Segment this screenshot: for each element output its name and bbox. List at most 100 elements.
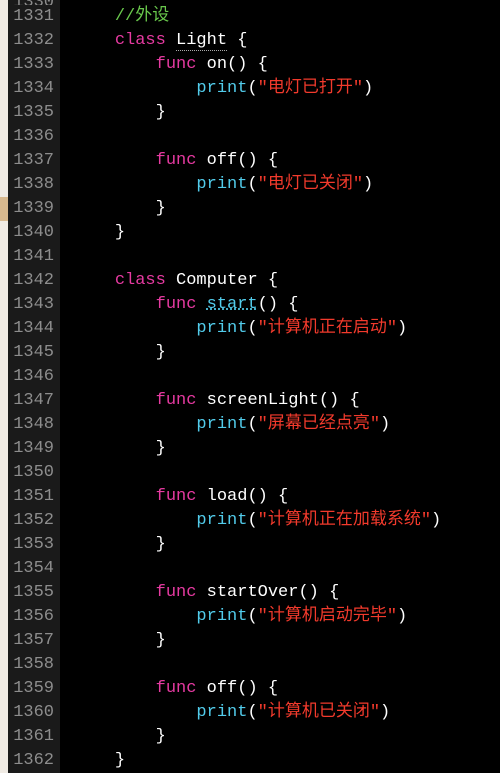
line-number: 1340 xyxy=(8,221,60,245)
code-line[interactable]: } xyxy=(74,437,500,461)
code-line[interactable]: print("屏幕已经点亮") xyxy=(74,413,500,437)
code-token xyxy=(196,295,206,314)
line-number: 1332 xyxy=(8,29,60,53)
code-token: } xyxy=(156,439,166,458)
code-token: startOver xyxy=(207,583,299,602)
code-token: "电灯已关闭" xyxy=(258,175,363,194)
code-line[interactable]: } xyxy=(74,629,500,653)
code-token: ( xyxy=(247,511,257,530)
code-token: } xyxy=(156,535,166,554)
line-number: 1338 xyxy=(8,173,60,197)
code-line[interactable]: } xyxy=(74,341,500,365)
line-number: 1352 xyxy=(8,509,60,533)
line-number: 1353 xyxy=(8,533,60,557)
code-line[interactable]: print("计算机正在启动") xyxy=(74,317,500,341)
code-token: print xyxy=(196,175,247,194)
line-number: 1333 xyxy=(8,53,60,77)
code-line[interactable]: print("计算机已关闭") xyxy=(74,701,500,725)
code-line[interactable]: } xyxy=(74,533,500,557)
code-token xyxy=(74,175,196,194)
code-token: { xyxy=(258,271,278,290)
code-token: ) xyxy=(363,175,373,194)
code-line[interactable]: func load() { xyxy=(74,485,500,509)
code-token: { xyxy=(258,151,278,170)
code-token xyxy=(196,55,206,74)
code-token: () xyxy=(298,583,318,602)
code-token xyxy=(74,343,156,362)
code-line[interactable]: print("电灯已打开") xyxy=(74,77,500,101)
code-line[interactable]: } xyxy=(74,725,500,749)
code-line[interactable]: } xyxy=(74,101,500,125)
line-number: 1335 xyxy=(8,101,60,125)
code-token: ) xyxy=(397,607,407,626)
code-token: () xyxy=(258,295,278,314)
code-line[interactable]: } xyxy=(74,749,500,773)
code-token: print xyxy=(196,319,247,338)
code-token xyxy=(196,151,206,170)
code-token xyxy=(74,79,196,98)
code-token: { xyxy=(258,679,278,698)
line-number: 1356 xyxy=(8,605,60,629)
code-line[interactable] xyxy=(74,365,500,389)
code-line[interactable]: class Computer { xyxy=(74,269,500,293)
code-line[interactable]: func on() { xyxy=(74,53,500,77)
line-number-gutter[interactable]: 1330133113321333133413351336133713381339… xyxy=(8,0,60,773)
code-line[interactable]: } xyxy=(74,197,500,221)
line-number: 1357 xyxy=(8,629,60,653)
code-token xyxy=(74,511,196,530)
code-token: print xyxy=(196,703,247,722)
code-token xyxy=(74,679,156,698)
code-token xyxy=(74,319,196,338)
code-token: "屏幕已经点亮" xyxy=(258,415,380,434)
code-line[interactable]: print("计算机正在加载系统") xyxy=(74,509,500,533)
code-token: off xyxy=(207,679,238,698)
code-line[interactable]: //外设 xyxy=(74,5,500,29)
code-token xyxy=(74,55,156,74)
code-token xyxy=(74,751,115,770)
code-token xyxy=(74,607,196,626)
code-token: () xyxy=(319,391,339,410)
code-token: func xyxy=(156,487,197,506)
code-token: ) xyxy=(380,703,390,722)
code-token: "计算机启动完毕" xyxy=(258,607,397,626)
line-number: 1334 xyxy=(8,77,60,101)
code-line[interactable]: func screenLight() { xyxy=(74,389,500,413)
code-token: ( xyxy=(247,607,257,626)
code-line[interactable] xyxy=(74,461,500,485)
code-token: () xyxy=(227,55,247,74)
code-token xyxy=(74,271,115,290)
code-token: } xyxy=(156,103,166,122)
code-line[interactable]: func startOver() { xyxy=(74,581,500,605)
code-token xyxy=(74,535,156,554)
line-number: 1337 xyxy=(8,149,60,173)
code-token: () xyxy=(237,151,257,170)
code-line[interactable]: class Light { xyxy=(74,29,500,53)
code-line[interactable]: print("计算机启动完毕") xyxy=(74,605,500,629)
code-token xyxy=(74,151,156,170)
line-number: 1358 xyxy=(8,653,60,677)
code-line[interactable]: } xyxy=(74,221,500,245)
code-token xyxy=(166,31,176,50)
code-token xyxy=(196,391,206,410)
code-token xyxy=(74,103,156,122)
code-token xyxy=(74,727,156,746)
code-token xyxy=(74,31,115,50)
code-line[interactable] xyxy=(74,125,500,149)
code-token: () xyxy=(237,679,257,698)
code-token: } xyxy=(156,631,166,650)
code-line[interactable] xyxy=(74,245,500,269)
code-token: { xyxy=(278,295,298,314)
line-number: 1341 xyxy=(8,245,60,269)
code-line[interactable]: func off() { xyxy=(74,677,500,701)
code-line[interactable]: print("电灯已关闭") xyxy=(74,173,500,197)
code-editor-area[interactable]: //外设 class Light { func on() { print("电灯… xyxy=(60,0,500,773)
code-line[interactable] xyxy=(74,557,500,581)
code-line[interactable]: func off() { xyxy=(74,149,500,173)
code-token: class xyxy=(115,31,166,50)
code-line[interactable]: func start() { xyxy=(74,293,500,317)
code-token: Light xyxy=(176,31,227,51)
code-token: load xyxy=(207,487,248,506)
code-token: print xyxy=(196,511,247,530)
code-line[interactable] xyxy=(74,653,500,677)
code-token: func xyxy=(156,679,197,698)
